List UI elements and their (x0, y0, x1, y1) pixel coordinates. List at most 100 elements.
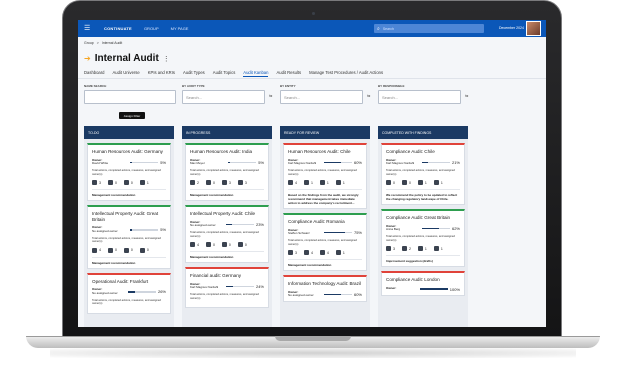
checkmark-icon (107, 180, 113, 185)
card-stat-value: 0 (408, 180, 411, 185)
checkmark-icon (107, 247, 113, 253)
owner-progress-row: Owner: Max Meyer 5% (190, 158, 264, 167)
card-stat: 4 (303, 250, 313, 255)
progress-indicator: 5% (130, 160, 166, 165)
owner-name: No assigned owner (92, 228, 118, 233)
tab-divider (78, 78, 546, 79)
tab-dashboard[interactable]: Dashboard (84, 70, 105, 77)
owner-name: No assigned owner (92, 290, 118, 295)
management-recommendation: Management recommendation (92, 256, 166, 265)
more-options-icon[interactable]: ⋮ (163, 55, 170, 63)
audit-card-title[interactable]: Compliance Audit: Romania (288, 219, 362, 225)
card-stat-value: 4 (197, 242, 199, 247)
progress-bar (127, 291, 156, 293)
owner-name: Karl Magnus Nordahl (288, 161, 317, 166)
audit-card[interactable]: Information Technology Audit: Brazil Owne… (283, 275, 367, 303)
clear-filter-icon[interactable]: ⇆ (465, 93, 468, 98)
user-avatar[interactable] (526, 21, 541, 36)
audit-card[interactable]: Intellectual Property Audit: Chile Owner:… (185, 205, 269, 263)
audit-card[interactable]: Compliance Audit: Romania Owner: Steffen S… (283, 213, 367, 271)
owner-name: Max Meyer (190, 161, 205, 166)
progress-percent: 26% (157, 289, 166, 295)
audit-card[interactable]: Financial audit: Germany Owner: Karl Magnu… (185, 267, 269, 308)
audit-card-title[interactable]: Compliance Audit: London (386, 277, 460, 283)
audit-card[interactable]: Compliance Audit: Great Britain Owner: Ann… (381, 209, 465, 267)
audit-card-title[interactable]: Operational Audit: Frankfurt (92, 279, 166, 285)
entity-search-input[interactable]: Search... (280, 90, 363, 104)
column-header: TO-DO (84, 126, 174, 139)
audit-card[interactable]: Human Resources Audit: Chile Owner: Karl M… (283, 143, 367, 209)
calendar-icon (319, 250, 325, 255)
card-stat: 0 (221, 242, 231, 247)
people-icon (335, 250, 341, 255)
card-stat: 4 (288, 180, 297, 185)
clear-filter-icon[interactable]: ⇆ (269, 93, 272, 98)
assign-filter-button[interactable]: Assign Filter (119, 112, 145, 119)
clear-filter-icon[interactable]: ⇆ (367, 93, 370, 98)
card-stat-value: 1 (440, 246, 443, 251)
progress-fill (421, 161, 428, 164)
card-stat: 3 (237, 180, 247, 185)
owner-name: No assigned owner (190, 223, 216, 228)
card-stat-value: 0 (393, 180, 395, 185)
column-header: READY FOR REVIEW (280, 126, 370, 139)
tab-audit-results[interactable]: Audit Results (276, 70, 301, 77)
audit-card-title[interactable]: Compliance Audit: Great Britain (386, 215, 460, 221)
tab-manage-test-procedures-audit-actions[interactable]: Manage Test Procedures / Audit Actions (309, 70, 383, 77)
card-stat: 0 (107, 180, 117, 185)
hamburger-menu-icon[interactable]: ☰ (84, 25, 98, 32)
audit-card-title[interactable]: Intellectual Property Audit: Chile (190, 211, 264, 217)
nav-link-group[interactable]: GROUP (144, 26, 159, 31)
progress-bar (228, 161, 257, 164)
audit-card-title[interactable]: Human Resources Audit: Chile (288, 149, 362, 155)
audit-card-title[interactable]: Intellectual Property Audit: Great Brita… (92, 211, 166, 222)
responsible-search-input[interactable]: Search... (378, 90, 461, 104)
audit-card-title[interactable]: Human Resources Audit: India (190, 149, 264, 155)
card-stat-value: 3 (244, 180, 247, 185)
card-stat-value: 0 (114, 180, 117, 185)
name-search-input[interactable] (84, 90, 176, 104)
breadcrumb-group[interactable]: Group (84, 41, 94, 45)
checklist-icon (92, 180, 97, 185)
owner-info: Owner: Anna Berg (386, 224, 400, 233)
progress-indicator: 5% (228, 160, 264, 165)
calendar-icon (319, 180, 325, 185)
column-body: Compliance Audit: Chile Owner: Karl Magnus… (378, 139, 468, 327)
audit-card[interactable]: Human Resources Audit: Germany Owner: Davi… (87, 143, 171, 201)
tab-audit-types[interactable]: Audit Types (183, 70, 205, 77)
audit-card[interactable]: Operational Audit: Frankfurt Owner: No ass… (87, 272, 171, 314)
audit-card-title[interactable]: Financial audit: Germany (190, 273, 264, 279)
laptop-notch (275, 336, 351, 341)
tab-audit-universe[interactable]: Audit Universe (113, 70, 140, 77)
audit-type-search-input[interactable]: Search... (182, 90, 265, 104)
tab-kpis-and-kris[interactable]: KPIs and KRIs (148, 70, 175, 77)
progress-fill (225, 285, 233, 288)
owner-name: No assigned owner (288, 293, 314, 298)
owner-name: Steffen Schwarz (288, 231, 310, 236)
audit-card-title[interactable]: Information Technology Audit: Brazil (288, 281, 362, 287)
nav-link-my-page[interactable]: MY PAGE (171, 26, 189, 31)
tab-audit-topics[interactable]: Audit Topics (213, 70, 236, 77)
audit-card[interactable]: Compliance Audit: London Owner: 100% (381, 271, 465, 296)
card-stat-value: 0 (114, 248, 117, 253)
owner-label: Owner: (386, 286, 397, 291)
tab-audit-kanban[interactable]: Audit Kanban (243, 70, 269, 77)
camera-dot (312, 12, 315, 15)
card-stat-value: 0 (130, 248, 133, 253)
checklist-icon (386, 180, 391, 185)
owner-progress-row: Owner: Karl Magnus Nordahl 24% (190, 282, 264, 291)
audit-card-title[interactable]: Human Resources Audit: Germany (92, 149, 166, 155)
column-body: Human Resources Audit: Germany Owner: Davi… (84, 139, 174, 327)
audit-card-title[interactable]: Compliance Audit: Chile (386, 149, 460, 155)
progress-percent: 21% (451, 159, 460, 165)
global-search-input[interactable]: ⌕ Search (374, 24, 484, 33)
management-recommendation: Improvement suggestion (drafts) (386, 255, 460, 263)
responsible-label: BY RESPONSIBLE (378, 84, 405, 88)
app-logo[interactable]: CONTINUATE (104, 26, 132, 31)
audit-card[interactable]: Compliance Audit: Chile Owner: Karl Magnus… (381, 143, 465, 205)
audit-card[interactable]: Intellectual Property Audit: Great Brita… (87, 205, 171, 269)
audit-card[interactable]: Human Resources Audit: India Owner: Max Me… (185, 143, 269, 201)
progress-indicator: 75% (323, 230, 362, 235)
date-selector[interactable]: December 2024 (499, 26, 524, 30)
card-stat: 0 (123, 180, 133, 185)
